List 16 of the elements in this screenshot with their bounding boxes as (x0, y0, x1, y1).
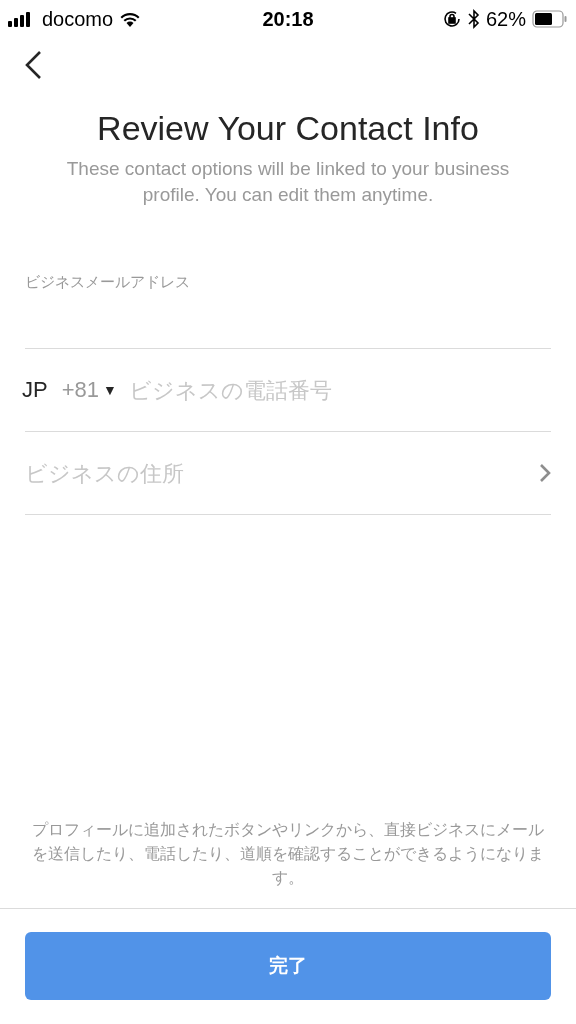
address-field[interactable]: ビジネスの住所 (25, 432, 551, 515)
back-icon (24, 50, 42, 80)
battery-icon (532, 10, 568, 28)
email-field[interactable]: ビジネスメールアドレス (25, 272, 551, 349)
phone-input[interactable]: ビジネスの電話番号 (128, 373, 551, 407)
wifi-icon (119, 11, 142, 27)
footer-note: プロフィールに追加されたボタンやリンクから、直接ビジネスにメールを送信したり、電話したり、道順を確認することができるようになります。 (31, 820, 545, 888)
status-time: 20:18 (262, 7, 314, 32)
done-button[interactable]: 完了 (25, 932, 551, 1000)
page-subtitle: These contact options will be linked to your business profile. You can edit them anytime. (65, 157, 511, 207)
bluetooth-icon (467, 9, 480, 29)
carrier-name: docomo (42, 7, 114, 32)
rotation-lock-icon (441, 9, 462, 29)
page-title: Review Your Contact Info (96, 108, 480, 149)
battery-percent: 62% (485, 7, 526, 32)
chevron-right-icon (539, 463, 551, 483)
